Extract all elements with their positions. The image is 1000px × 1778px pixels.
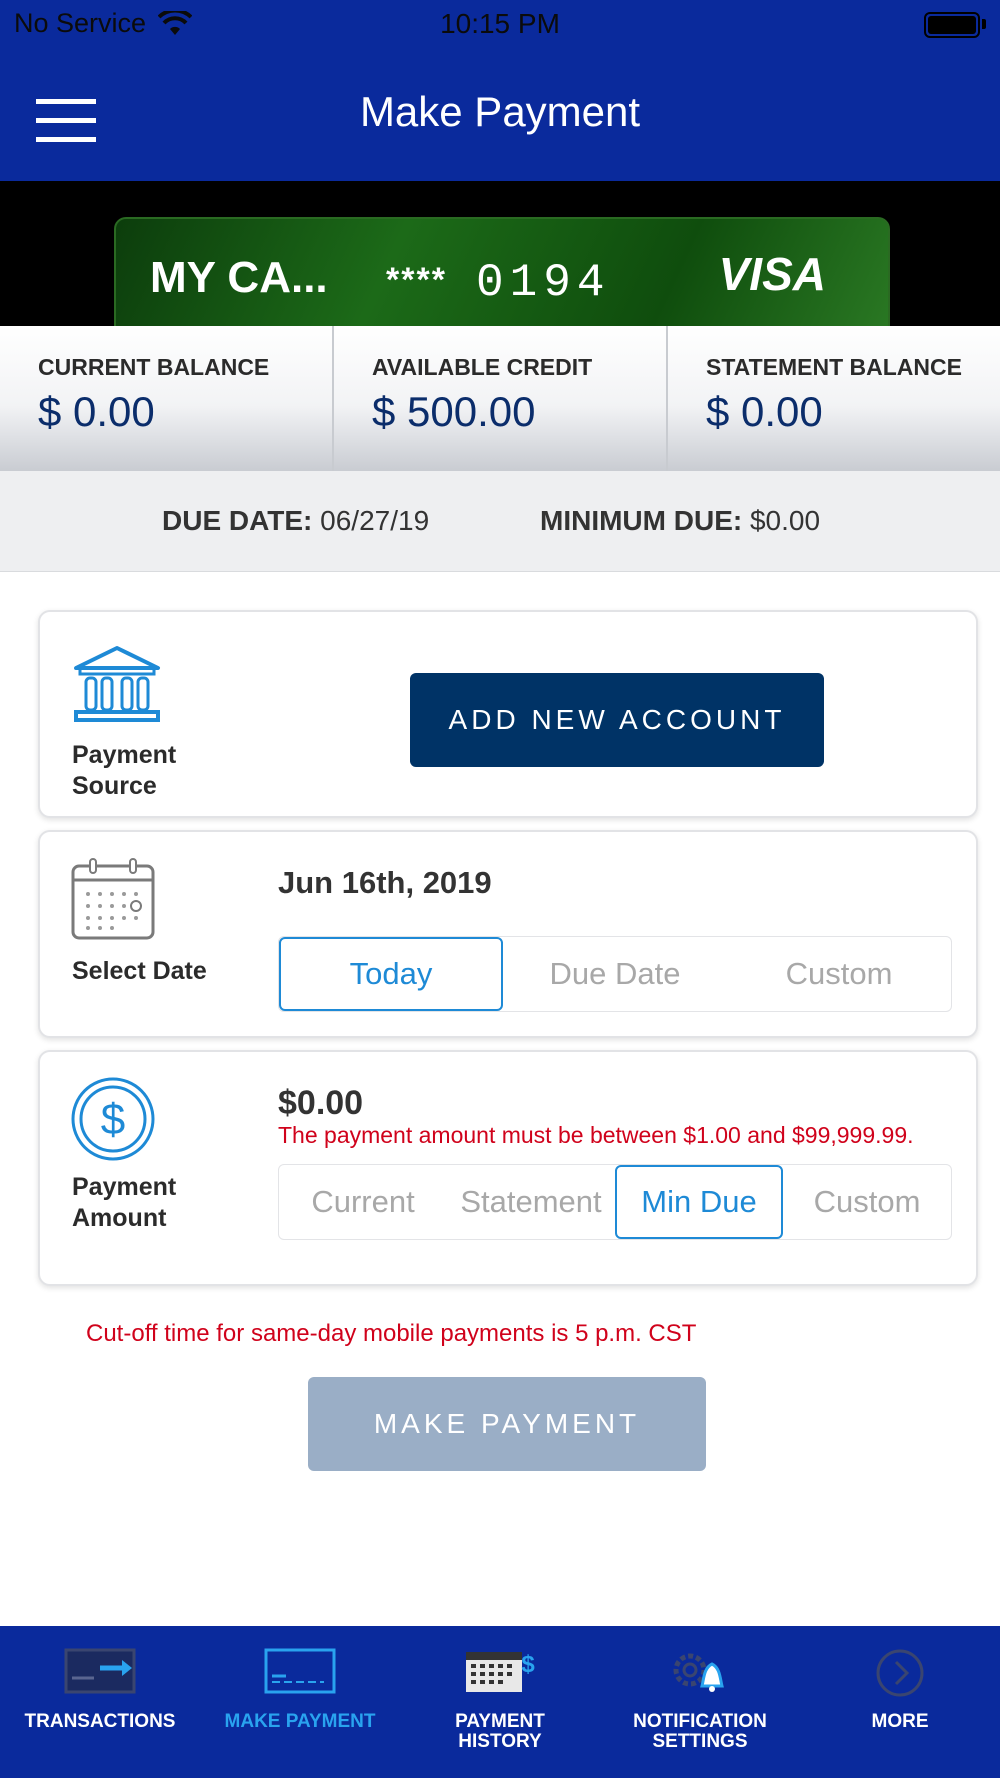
balance-label: STATEMENT BALANCE <box>706 354 962 380</box>
transactions-icon <box>64 1648 136 1694</box>
cutoff-notice: Cut-off time for same-day mobile payment… <box>86 1320 697 1347</box>
select-date-panel: Select Date Jun 16th, 2019 Today Due Dat… <box>38 830 978 1038</box>
statement-balance: STATEMENT BALANCE $ 0.00 <box>668 326 1000 471</box>
status-time: 10:15 PM <box>440 8 560 39</box>
amount-option-statement[interactable]: Statement <box>447 1165 615 1239</box>
payment-amount-panel: $ Payment Amount $0.00 The payment amoun… <box>38 1050 978 1286</box>
tab-more[interactable]: MORE <box>800 1626 1000 1778</box>
balance-value: $ 0.00 <box>706 388 823 435</box>
tab-transactions[interactable]: TRANSACTIONS <box>0 1626 200 1778</box>
tab-label: MAKE PAYMENT <box>224 1711 376 1732</box>
tab-label: MORE <box>871 1711 929 1732</box>
amount-segmented-control: Current Statement Min Due Custom <box>278 1164 952 1240</box>
nav-bar: Make Payment <box>0 50 1000 181</box>
payment-amount-value: $0.00 <box>278 1084 364 1122</box>
chevron-right-circle-icon <box>876 1649 924 1697</box>
credit-card[interactable]: MY CA... **** 0194 VISA <box>114 217 890 326</box>
payment-source-label: Payment Source <box>72 741 177 800</box>
battery-tip <box>982 19 986 29</box>
visa-logo: VISA <box>718 248 826 300</box>
tab-make-payment[interactable]: MAKE PAYMENT <box>200 1626 400 1778</box>
date-option-custom[interactable]: Custom <box>727 937 951 1011</box>
date-option-today[interactable]: Today <box>279 937 503 1011</box>
gear-bell-icon <box>673 1653 724 1692</box>
card-payment-icon <box>264 1648 336 1694</box>
due-date: DUE DATE: 06/27/19 <box>162 505 429 537</box>
selected-date: Jun 16th, 2019 <box>278 865 492 900</box>
tab-label: TRANSACTIONS <box>24 1711 176 1732</box>
calendar-dollar-icon: $ <box>466 1651 535 1692</box>
add-new-account-button[interactable]: ADD NEW ACCOUNT <box>410 673 824 767</box>
amount-error-text: The payment amount must be between $1.00… <box>278 1122 914 1148</box>
card-last-digits: 0194 <box>476 257 611 309</box>
payment-amount-label: Payment Amount <box>72 1173 177 1232</box>
due-date-label: DUE DATE: <box>162 505 313 536</box>
svg-text:$: $ <box>521 1651 535 1678</box>
tab-notification-settings[interactable]: NOTIFICATION SETTINGS <box>600 1626 800 1778</box>
card-name: MY CA... <box>150 253 328 302</box>
dollar-icon: $ <box>71 1077 155 1161</box>
payment-source-panel: Payment Source ADD NEW ACCOUNT <box>38 610 978 818</box>
current-balance: CURRENT BALANCE $ 0.00 <box>0 326 334 471</box>
balance-label: CURRENT BALANCE <box>38 354 270 380</box>
tab-label: NOTIFICATION SETTINGS <box>633 1711 767 1752</box>
page-title: Make Payment <box>359 88 641 135</box>
balance-value: $ 0.00 <box>38 388 155 435</box>
card-mask: **** <box>386 261 447 299</box>
min-due-value: $0.00 <box>749 505 821 536</box>
min-due-label: MINIMUM DUE: <box>540 505 743 536</box>
balances-bar: CURRENT BALANCE $ 0.00 AVAILABLE CREDIT … <box>0 326 1000 471</box>
bank-icon <box>74 646 160 722</box>
battery-icon <box>924 12 980 38</box>
select-date-label: Select Date <box>72 957 207 985</box>
tab-payment-history[interactable]: $ PAYMENT HISTORY <box>400 1626 600 1778</box>
date-option-due-date[interactable]: Due Date <box>503 937 727 1011</box>
calendar-icon <box>71 858 155 940</box>
date-segmented-control: Today Due Date Custom <box>278 936 952 1012</box>
make-payment-button[interactable]: MAKE PAYMENT <box>308 1377 706 1471</box>
amount-option-custom[interactable]: Custom <box>783 1165 951 1239</box>
due-date-value: 06/27/19 <box>320 505 430 536</box>
due-info-bar: DUE DATE: 06/27/19 MINIMUM DUE: $0.00 <box>0 471 1000 572</box>
svg-text:$: $ <box>101 1095 125 1144</box>
tab-label: PAYMENT HISTORY <box>455 1711 545 1752</box>
amount-option-current[interactable]: Current <box>279 1165 447 1239</box>
available-credit: AVAILABLE CREDIT $ 500.00 <box>334 326 668 471</box>
minimum-due: MINIMUM DUE: $0.00 <box>540 505 820 537</box>
amount-option-min-due[interactable]: Min Due <box>615 1165 783 1239</box>
tab-bar: TRANSACTIONS MAKE PAYMENT $ PAYMENT HIST… <box>0 1626 1000 1778</box>
balance-value: $ 500.00 <box>372 388 536 435</box>
status-bar: No Service 10:15 PM <box>0 0 1000 50</box>
balance-label: AVAILABLE CREDIT <box>372 354 593 380</box>
card-strip: MY CA... **** 0194 VISA <box>0 181 1000 326</box>
